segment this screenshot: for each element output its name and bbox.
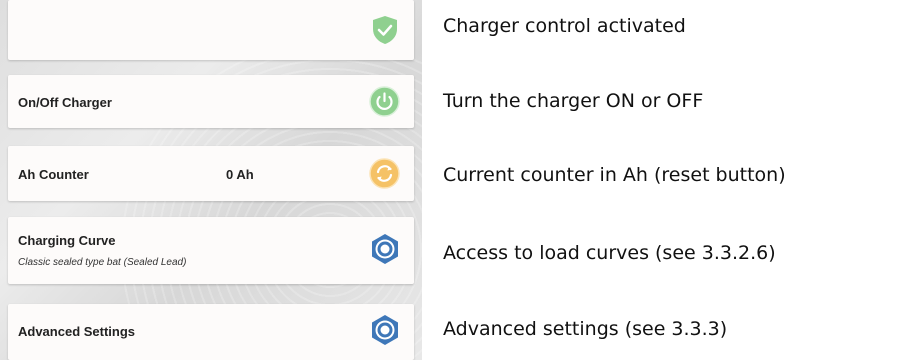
app-panel: On/Off Charger Ah Counter 0 Ah Charging … [0,0,422,360]
ah-counter-card: Ah Counter 0 Ah [8,146,414,201]
charger-control-description: Charger control activated [443,15,686,37]
ah-counter-label: Ah Counter [18,167,89,182]
charging-curve-description: Access to load curves (see 3.3.2.6) [443,242,776,264]
advanced-settings-label: Advanced Settings [18,324,136,339]
on-off-charger-label: On/Off Charger [18,95,112,110]
on-off-charger-card[interactable]: On/Off Charger [8,75,414,128]
shield-check-icon [373,16,397,44]
charging-curve-label: Charging Curve [18,233,116,248]
ah-counter-value: 0 Ah [226,167,254,182]
gear-icon[interactable] [369,314,401,346]
charging-curve-card[interactable]: Charging Curve Classic sealed type bat (… [8,217,414,284]
gear-icon[interactable] [369,233,401,265]
power-icon[interactable] [369,86,400,117]
advanced-settings-card[interactable]: Advanced Settings [8,304,414,360]
advanced-settings-description: Advanced settings (see 3.3.3) [443,318,728,340]
ah-counter-description: Current counter in Ah (reset button) [443,164,786,186]
on-off-description: Turn the charger ON or OFF [443,90,704,112]
charger-control-card [8,0,414,60]
charging-curve-subtitle: Classic sealed type bat (Sealed Lead) [18,257,187,268]
reset-icon[interactable] [369,158,400,189]
